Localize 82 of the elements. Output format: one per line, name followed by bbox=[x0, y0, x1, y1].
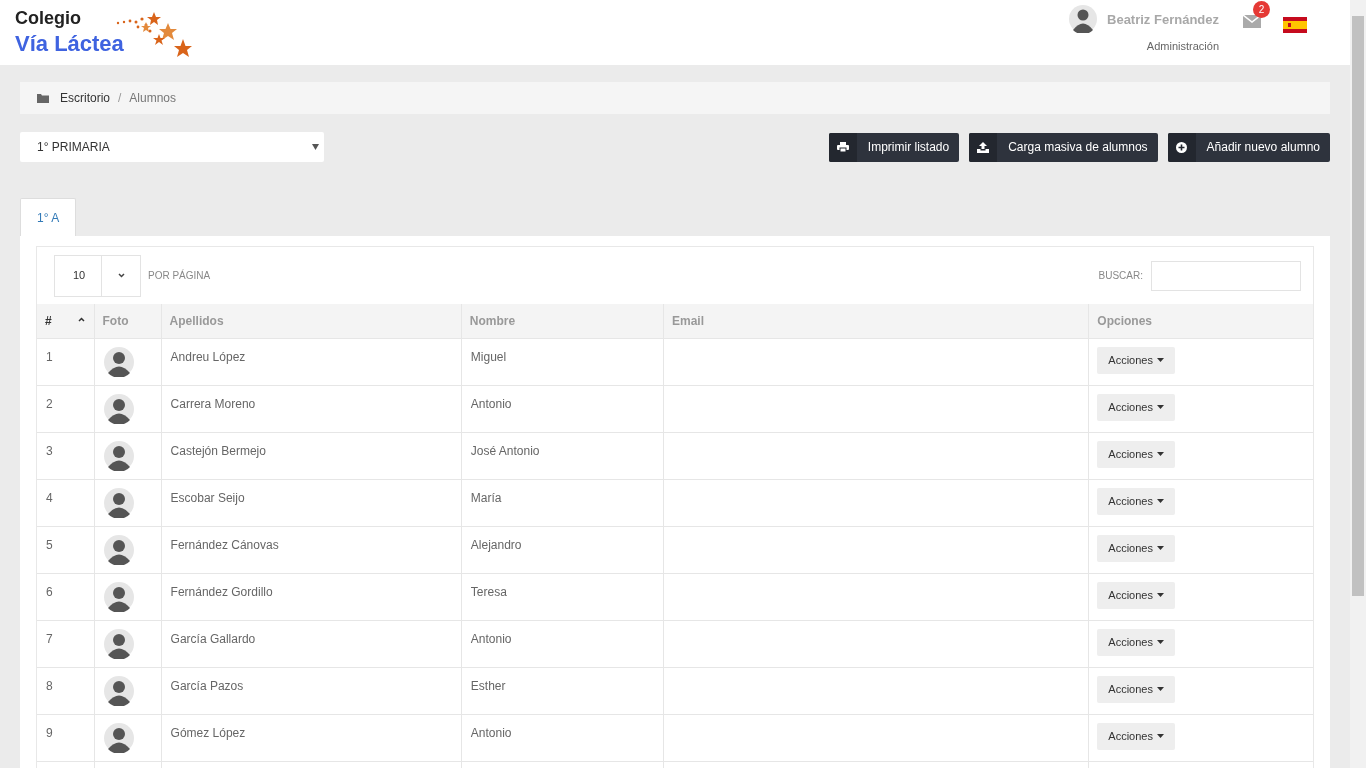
surname-cell: Fernández Gordillo bbox=[170, 584, 273, 599]
page-size-select[interactable]: 10 bbox=[54, 254, 141, 297]
name-cell: Esther bbox=[470, 678, 506, 693]
chevron-down-icon bbox=[117, 273, 125, 278]
breadcrumb-separator: / bbox=[118, 90, 122, 107]
avatar-icon bbox=[103, 393, 134, 424]
mail-icon[interactable] bbox=[1243, 14, 1261, 28]
caret-icon bbox=[1156, 405, 1164, 409]
logo-text: Vía Láctea bbox=[15, 32, 124, 55]
action-button[interactable]: Añadir nuevo alumno bbox=[1167, 132, 1330, 162]
caret-icon bbox=[1156, 546, 1164, 550]
name-cell: Teresa bbox=[470, 584, 507, 599]
flag-icon[interactable] bbox=[1283, 16, 1307, 33]
row-number: 6 bbox=[46, 584, 53, 599]
tab[interactable]: 1° A bbox=[20, 198, 77, 236]
plus-circle-icon bbox=[1176, 141, 1188, 153]
avatar-icon[interactable] bbox=[1069, 4, 1097, 33]
caret-icon bbox=[1156, 687, 1164, 691]
surname-cell: Escobar Seijo bbox=[170, 490, 245, 505]
scrollbar[interactable] bbox=[1350, 0, 1366, 768]
actions-dropdown-button[interactable]: Acciones bbox=[1097, 440, 1175, 468]
avatar-icon bbox=[103, 534, 134, 565]
action-button[interactable]: Imprimir listado bbox=[828, 132, 960, 162]
surname-cell: Andreu López bbox=[170, 349, 246, 364]
logo-text: Colegio bbox=[15, 8, 82, 27]
breadcrumb-link[interactable]: Escritorio bbox=[60, 89, 110, 107]
name-cell: Antonio bbox=[470, 396, 512, 411]
name-cell: María bbox=[470, 490, 502, 505]
avatar-icon bbox=[103, 581, 134, 612]
avatar-icon bbox=[103, 722, 134, 753]
surname-cell: Gómez López bbox=[170, 725, 246, 740]
surname-cell: García Pazos bbox=[170, 678, 244, 693]
surname-cell: Fernández Cánovas bbox=[170, 537, 279, 552]
actions-dropdown-button[interactable]: Acciones bbox=[1097, 393, 1175, 421]
row-number: 1 bbox=[46, 349, 53, 364]
actions-dropdown-button[interactable]: Acciones bbox=[1097, 534, 1175, 562]
action-button[interactable]: Carga masiva de alumnos bbox=[969, 132, 1158, 162]
actions-dropdown-button[interactable]: Acciones bbox=[1097, 628, 1175, 656]
actions-dropdown-button[interactable]: Acciones bbox=[1097, 581, 1175, 609]
notification-badge: 2 bbox=[1253, 0, 1270, 18]
avatar-icon bbox=[103, 440, 134, 471]
search-label: BUSCAR: bbox=[1098, 269, 1143, 283]
column-header[interactable]: # bbox=[45, 313, 52, 328]
caret-icon bbox=[1156, 734, 1164, 738]
surname-cell: Carrera Moreno bbox=[170, 396, 256, 411]
printer-icon bbox=[836, 142, 849, 152]
name-cell: Antonio bbox=[470, 631, 512, 646]
caret-icon bbox=[1156, 452, 1164, 456]
folder-icon bbox=[37, 93, 49, 103]
name-cell: José Antonio bbox=[470, 443, 540, 458]
user-role: Administración bbox=[1146, 39, 1219, 54]
avatar-icon bbox=[103, 675, 134, 706]
row-number: 3 bbox=[46, 443, 53, 458]
row-number: 8 bbox=[46, 678, 53, 693]
name-cell: Antonio bbox=[470, 725, 512, 740]
row-number: 9 bbox=[46, 725, 53, 740]
actions-dropdown-button[interactable]: Acciones bbox=[1097, 722, 1175, 750]
dropdown-icon bbox=[312, 144, 319, 150]
avatar-icon bbox=[103, 487, 134, 518]
actions-dropdown-button[interactable]: Acciones bbox=[1097, 487, 1175, 515]
avatar-icon bbox=[103, 346, 134, 377]
search-field[interactable] bbox=[1151, 260, 1301, 291]
name-cell: Alejandro bbox=[470, 537, 522, 552]
actions-dropdown-button[interactable]: Acciones bbox=[1097, 675, 1175, 703]
per-page-label: POR PÁGINA bbox=[148, 268, 211, 283]
row-number: 2 bbox=[46, 396, 53, 411]
breadcrumb-current: Alumnos bbox=[129, 90, 177, 107]
row-number: 4 bbox=[46, 490, 53, 505]
caret-icon bbox=[1156, 499, 1164, 503]
surname-cell: Castejón Bermejo bbox=[170, 443, 266, 458]
row-number: 5 bbox=[46, 537, 53, 552]
row-number: 7 bbox=[46, 631, 53, 646]
caret-icon bbox=[1156, 593, 1164, 597]
upload-icon bbox=[977, 141, 990, 153]
surname-cell: García Gallardo bbox=[170, 631, 256, 646]
caret-icon bbox=[1156, 640, 1164, 644]
actions-dropdown-button[interactable]: Acciones bbox=[1097, 346, 1175, 374]
sort-up-icon bbox=[77, 316, 85, 322]
name-cell: Miguel bbox=[470, 349, 507, 364]
avatar-icon bbox=[103, 628, 134, 659]
course-select[interactable]: 1° PRIMARIA bbox=[20, 132, 324, 162]
caret-icon bbox=[1156, 358, 1164, 362]
